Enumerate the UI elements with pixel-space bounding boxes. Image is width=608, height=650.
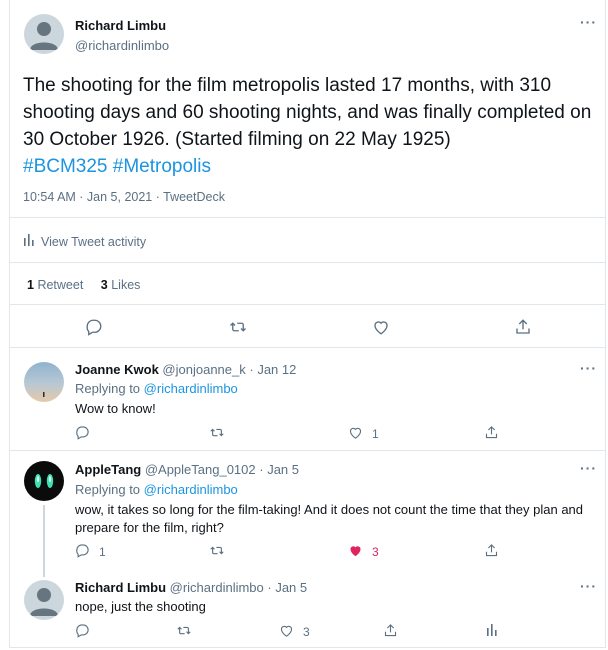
thread-line bbox=[43, 505, 45, 577]
avatar[interactable] bbox=[24, 362, 64, 402]
replying-to-label: Replying to bbox=[75, 381, 141, 396]
like-count: 1 bbox=[372, 427, 379, 441]
author-name[interactable]: Richard Limbu bbox=[75, 580, 166, 595]
reply-date[interactable]: · Jan 5 bbox=[267, 580, 307, 595]
retweet-icon[interactable] bbox=[209, 424, 225, 440]
share-icon[interactable] bbox=[483, 424, 499, 440]
retweet-count: 1 bbox=[27, 278, 34, 292]
divider bbox=[10, 450, 605, 451]
hashtag-link[interactable]: #BCM325 bbox=[23, 156, 108, 177]
divider bbox=[10, 304, 605, 305]
reply-icon[interactable] bbox=[74, 622, 90, 638]
reply-header: Joanne Kwok @jonjoanne_k · Jan 12 bbox=[75, 362, 296, 377]
author-handle[interactable]: @richardinlimbo bbox=[170, 580, 264, 595]
retweet-icon[interactable] bbox=[228, 317, 248, 337]
author-name[interactable]: Joanne Kwok bbox=[75, 362, 159, 377]
avatar[interactable] bbox=[24, 461, 64, 501]
reply-icon[interactable] bbox=[74, 542, 90, 558]
author-handle[interactable]: @richardinlimbo bbox=[75, 38, 169, 53]
divider bbox=[10, 347, 605, 348]
more-icon[interactable]: ··· bbox=[580, 460, 597, 476]
avatar[interactable] bbox=[24, 580, 64, 620]
retweet-icon[interactable] bbox=[176, 622, 192, 638]
more-icon[interactable]: ··· bbox=[580, 578, 597, 594]
replying-to-label: Replying to bbox=[75, 482, 141, 497]
tweet-body: The shooting for the film metropolis las… bbox=[23, 75, 592, 150]
tweet-meta[interactable]: 10:54 AM · Jan 5, 2021 · TweetDeck bbox=[23, 190, 225, 204]
reply-header: AppleTang @AppleTang_0102 · Jan 5 bbox=[75, 462, 299, 477]
like-icon[interactable] bbox=[371, 317, 391, 337]
activity-icon bbox=[24, 234, 34, 249]
reply-header: Richard Limbu @richardinlimbo · Jan 5 bbox=[75, 580, 307, 595]
avatar[interactable] bbox=[24, 14, 64, 54]
reply-icon[interactable] bbox=[84, 317, 104, 337]
activity-icon[interactable] bbox=[484, 622, 500, 638]
replying-to: Replying to @richardinlimbo bbox=[75, 381, 238, 396]
replying-to: Replying to @richardinlimbo bbox=[75, 482, 238, 497]
reply-date[interactable]: · Jan 5 bbox=[259, 462, 299, 477]
reply-date[interactable]: · Jan 12 bbox=[249, 362, 296, 377]
reply-text: nope, just the shooting bbox=[75, 599, 206, 614]
reply-icon[interactable] bbox=[74, 424, 90, 440]
more-icon[interactable]: ··· bbox=[580, 14, 597, 30]
divider bbox=[10, 262, 605, 263]
replying-to-handle[interactable]: @richardinlimbo bbox=[144, 381, 238, 396]
reply-text: Wow to know! bbox=[75, 401, 156, 416]
like-icon[interactable] bbox=[278, 622, 294, 638]
divider bbox=[10, 217, 605, 218]
retweet-icon[interactable] bbox=[209, 542, 225, 558]
author-name[interactable]: Richard Limbu bbox=[75, 18, 166, 33]
share-icon[interactable] bbox=[513, 317, 533, 337]
share-icon[interactable] bbox=[483, 542, 499, 558]
like-icon[interactable] bbox=[347, 424, 363, 440]
like-icon-liked[interactable] bbox=[347, 542, 363, 558]
reply-count: 1 bbox=[99, 545, 106, 559]
author-handle[interactable]: @jonjoanne_k bbox=[162, 362, 245, 377]
activity-label: View Tweet activity bbox=[41, 234, 147, 249]
tweet-text: The shooting for the film metropolis las… bbox=[23, 72, 603, 180]
view-activity-link[interactable]: View Tweet activity bbox=[24, 234, 146, 249]
reply-text: wow, it takes so long for the film-takin… bbox=[75, 502, 584, 535]
author-name[interactable]: AppleTang bbox=[75, 462, 141, 477]
hashtag-link[interactable]: #Metropolis bbox=[113, 156, 211, 177]
tweet-thread: Richard Limbu @richardinlimbo ··· The sh… bbox=[9, 0, 606, 648]
replying-to-handle[interactable]: @richardinlimbo bbox=[144, 482, 238, 497]
retweet-stat[interactable]: 1 Retweet bbox=[27, 278, 83, 292]
likes-stat[interactable]: 3 Likes bbox=[101, 278, 141, 292]
likes-label: Likes bbox=[111, 278, 141, 292]
more-icon[interactable]: ··· bbox=[580, 360, 597, 376]
like-count: 3 bbox=[372, 545, 379, 559]
share-icon[interactable] bbox=[382, 622, 398, 638]
tweet-stats: 1 Retweet 3 Likes bbox=[27, 278, 140, 292]
retweet-label: Retweet bbox=[37, 278, 84, 292]
like-count: 3 bbox=[303, 625, 310, 639]
likes-count: 3 bbox=[100, 278, 108, 292]
author-handle[interactable]: @AppleTang_0102 bbox=[145, 462, 256, 477]
